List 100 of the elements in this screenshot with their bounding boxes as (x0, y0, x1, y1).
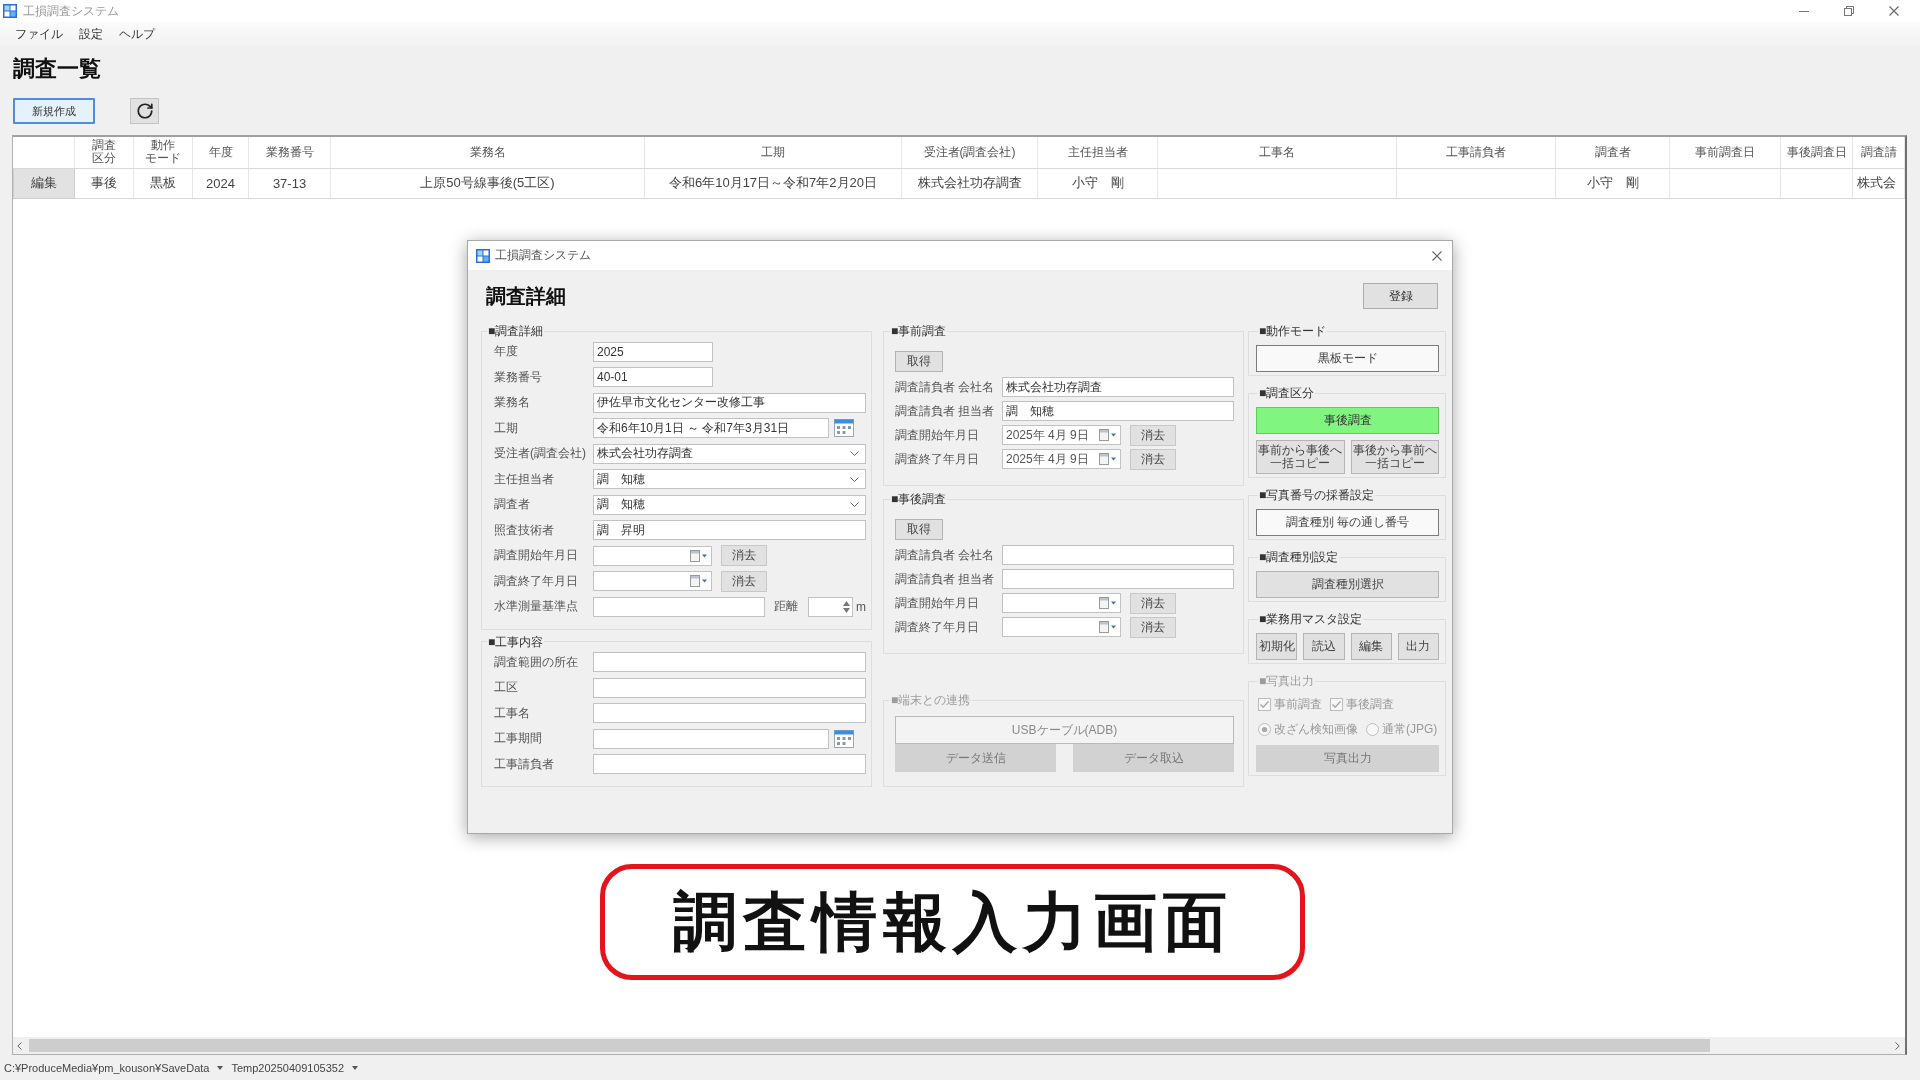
column-header[interactable]: モード (145, 152, 181, 166)
column-header[interactable]: 工事名 (1259, 145, 1295, 159)
status-path[interactable]: C:¥ProduceMedia¥pm_kouson¥SaveData (4, 1062, 210, 1074)
text-field[interactable] (593, 754, 866, 775)
refresh-icon (135, 102, 154, 120)
table-cell: 令和6年10月17日～令和7年2月20日 (644, 168, 902, 198)
text-field[interactable]: 調 昇明 (593, 520, 866, 541)
push-button[interactable]: 取得 (895, 350, 943, 372)
text-field[interactable] (593, 703, 866, 724)
text-field[interactable]: 令和6年10月1日 ～ 令和7年3月31日 (593, 418, 829, 439)
minimize-icon[interactable] (1799, 10, 1809, 12)
text-field[interactable] (593, 652, 866, 673)
field-label: 調査者 (494, 496, 531, 514)
toggle-button[interactable]: 事後調査 (1256, 407, 1439, 434)
scroll-right-icon[interactable] (1895, 1041, 1900, 1050)
group-title: ■動作モード (1258, 324, 1328, 338)
calendar-dropdown-icon[interactable] (1099, 597, 1116, 609)
menu-item[interactable]: 設定 (77, 23, 105, 45)
column-header[interactable]: 業務番号 (265, 145, 314, 159)
dropdown-field[interactable]: 調 知穂 (593, 494, 866, 515)
calendar-icon[interactable] (834, 419, 854, 438)
outlined-button[interactable]: 黒板モード (1256, 345, 1439, 372)
field-label: 調査請負者 会社名 (895, 546, 996, 564)
column-header[interactable]: 主任担当者 (1067, 145, 1128, 159)
calendar-dropdown-icon[interactable] (690, 549, 707, 562)
clear-button[interactable]: 消去 (721, 545, 767, 567)
text-field[interactable]: 調 知穂 (1002, 401, 1234, 421)
dropdown-field[interactable]: 株式会社功存調査 (593, 443, 866, 464)
date-picker[interactable] (593, 571, 712, 592)
field-label: 照査技術者 (494, 521, 555, 539)
clear-button[interactable]: 消去 (721, 570, 767, 592)
date-picker[interactable] (593, 545, 712, 566)
restore-icon[interactable] (1844, 6, 1854, 16)
close-icon[interactable] (1889, 6, 1899, 16)
menu-item[interactable]: ファイル (13, 23, 65, 45)
column-header[interactable]: 調査請 (1860, 145, 1897, 159)
calendar-dropdown-icon[interactable] (1099, 429, 1116, 441)
clear-button[interactable]: 消去 (1130, 448, 1176, 470)
date-picker[interactable]: 2025年 4月 9日 (1002, 449, 1121, 469)
column-header[interactable]: 事後調査日 (1786, 145, 1847, 159)
edit-button[interactable]: 編集 (13, 168, 75, 198)
dropdown-field[interactable]: 調 知穂 (593, 469, 866, 490)
clear-button[interactable]: 消去 (1130, 616, 1176, 638)
clear-button[interactable]: 消去 (1130, 592, 1176, 614)
text-field[interactable]: 伊佐早市文化センター改修工事 (593, 392, 866, 413)
scrollbar-thumb[interactable] (29, 1039, 1710, 1052)
calendar-dropdown-icon[interactable] (1099, 621, 1116, 633)
push-button[interactable]: 調査種別選択 (1256, 571, 1439, 598)
push-button[interactable]: 事後から事前へ一括コピー (1350, 440, 1439, 474)
field-label: 業務番号 (494, 368, 543, 386)
column-header[interactable]: 調査 (92, 139, 116, 153)
group-title: ■端末との連携 (890, 693, 972, 707)
push-button[interactable]: 読込 (1303, 633, 1345, 660)
date-picker[interactable] (1002, 617, 1121, 637)
table-cell: 株式会 (1852, 168, 1905, 198)
column-header[interactable]: 事前調査日 (1695, 145, 1755, 159)
text-field[interactable] (593, 728, 829, 749)
field-label: 工事請負者 (494, 755, 555, 773)
date-picker[interactable]: 2025年 4月 9日 (1002, 425, 1121, 445)
close-icon[interactable] (1432, 250, 1442, 261)
push-button[interactable]: 事前から事後へ一括コピー (1256, 440, 1345, 474)
text-field[interactable] (1002, 569, 1234, 589)
option-label: 事前調査 (1274, 696, 1322, 713)
text-field[interactable]: 2025 (593, 341, 713, 362)
refresh-button[interactable] (130, 98, 159, 124)
text-field[interactable]: 株式会社功存調査 (1002, 377, 1234, 397)
calendar-dropdown-icon[interactable] (1099, 453, 1116, 465)
text-field[interactable] (593, 677, 866, 698)
calendar-dropdown-icon[interactable] (690, 575, 707, 588)
column-header[interactable]: 動作 (151, 139, 175, 153)
column-header[interactable]: 業務名 (469, 145, 506, 159)
column-header[interactable]: 区分 (92, 152, 116, 166)
number-spinner[interactable] (808, 596, 853, 617)
caret-down-icon[interactable] (217, 1066, 224, 1070)
calendar-icon[interactable] (834, 729, 854, 748)
menu-item[interactable]: ヘルプ (117, 23, 157, 45)
field-label: 距離 (774, 598, 798, 616)
spinner-arrows-icon[interactable] (843, 600, 850, 613)
column-header[interactable]: 年度 (208, 145, 233, 159)
new-button[interactable]: 新規作成 (13, 98, 95, 124)
push-button[interactable]: 初期化 (1256, 633, 1298, 660)
text-field[interactable] (1002, 545, 1234, 565)
clear-button[interactable]: 消去 (1130, 424, 1176, 446)
register-button[interactable]: 登録 (1363, 283, 1438, 309)
column-header[interactable]: 工事請負者 (1446, 145, 1506, 159)
push-button[interactable]: 編集 (1350, 633, 1392, 660)
column-header[interactable]: 受注者(調査会社) (923, 145, 1016, 159)
outlined-button[interactable]: 調査種別 毎の通し番号 (1256, 509, 1439, 536)
column-header[interactable]: 調査者 (1594, 145, 1631, 159)
text-field[interactable]: 40-01 (593, 367, 713, 388)
column-header[interactable]: 工期 (761, 145, 785, 159)
scroll-left-icon[interactable] (17, 1041, 22, 1050)
page-title: 調査一覧 (13, 57, 101, 81)
push-button[interactable]: 取得 (895, 518, 943, 540)
status-path[interactable]: Temp20250409105352 (231, 1062, 344, 1074)
text-field[interactable] (593, 596, 765, 617)
table-cell: 黒板 (133, 168, 193, 198)
date-picker[interactable] (1002, 593, 1121, 613)
caret-down-icon[interactable] (352, 1066, 358, 1070)
push-button[interactable]: 出力 (1397, 633, 1439, 660)
